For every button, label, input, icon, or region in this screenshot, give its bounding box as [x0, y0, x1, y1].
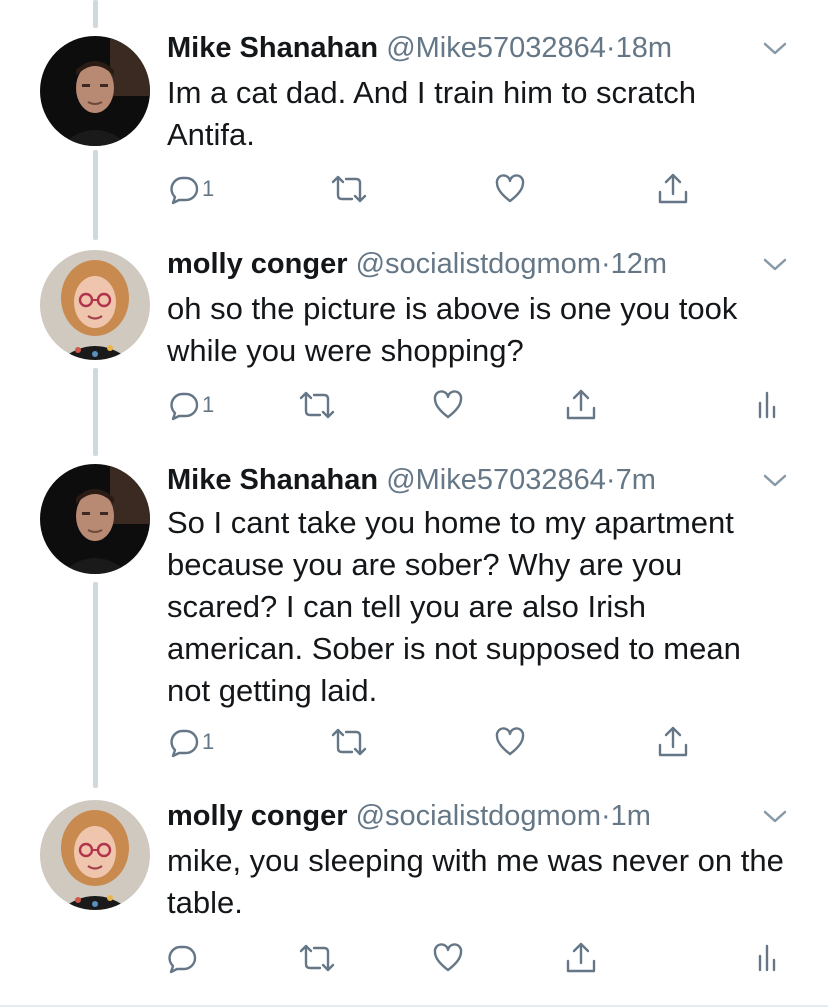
- divider: [0, 1005, 828, 1007]
- retweet-button[interactable]: [298, 385, 336, 425]
- timestamp[interactable]: 12m: [611, 248, 667, 280]
- tweet-text: mike, you sleeping with me was never on …: [167, 843, 784, 920]
- share-button[interactable]: [656, 722, 690, 762]
- tweet-header: molly conger @socialistdogmom·1m: [167, 796, 788, 836]
- share-button[interactable]: [564, 938, 598, 978]
- chevron-down-icon[interactable]: [762, 470, 788, 490]
- reply-button[interactable]: [166, 938, 200, 978]
- handle[interactable]: @socialistdogmom: [356, 248, 601, 280]
- avatar[interactable]: [40, 36, 150, 146]
- share-icon: [658, 726, 688, 757]
- tweet-header: Mike Shanahan @Mike57032864·18m: [167, 28, 788, 68]
- reply-icon: [168, 945, 197, 974]
- man-avatar-icon: [40, 464, 150, 574]
- retweet-button[interactable]: [330, 169, 368, 209]
- retweet-icon: [299, 391, 335, 419]
- chevron-down-icon[interactable]: [762, 38, 788, 58]
- reply-button[interactable]: 1: [168, 722, 214, 762]
- chevron-down-icon[interactable]: [762, 254, 788, 274]
- reply-icon: [170, 392, 199, 421]
- reply-button[interactable]: 1: [168, 169, 214, 209]
- heart-icon: [495, 174, 525, 203]
- handle[interactable]: @socialistdogmom: [356, 800, 601, 832]
- separator-dot: ·: [605, 32, 616, 64]
- woman-avatar-icon: [40, 250, 150, 360]
- man-avatar-icon: [40, 36, 150, 146]
- woman-avatar-icon: [40, 800, 150, 910]
- like-button[interactable]: [432, 385, 464, 425]
- tweet-text: Im a cat dad. And I train him to scratch…: [167, 75, 696, 152]
- share-icon: [566, 389, 596, 420]
- share-icon: [658, 173, 688, 204]
- reply-count: 1: [202, 176, 215, 201]
- like-button[interactable]: [494, 722, 526, 762]
- avatar[interactable]: [40, 250, 150, 360]
- analytics-button[interactable]: [757, 385, 781, 425]
- like-button[interactable]: [494, 169, 526, 209]
- share-icon: [566, 942, 596, 973]
- thread-line-top: [93, 0, 98, 28]
- analytics-icon: [758, 944, 776, 972]
- reply-count: 1: [202, 729, 215, 754]
- chevron-down-icon[interactable]: [762, 806, 788, 826]
- share-button[interactable]: [564, 385, 598, 425]
- reply-count: 1: [202, 392, 215, 417]
- tweet-header: molly conger @socialistdogmom·12m: [167, 244, 788, 284]
- retweet-icon: [331, 728, 367, 756]
- reply-icon: [170, 729, 199, 758]
- action-bar: 1: [0, 385, 828, 425]
- tweet-text: oh so the picture is above is one you to…: [167, 291, 738, 368]
- handle[interactable]: @Mike57032864: [386, 464, 606, 496]
- analytics-button[interactable]: [757, 938, 781, 978]
- display-name[interactable]: molly conger: [167, 248, 348, 280]
- tweet-header: Mike Shanahan @Mike57032864·7m: [167, 460, 788, 500]
- retweet-button[interactable]: [298, 938, 336, 978]
- like-button[interactable]: [432, 938, 464, 978]
- tweet-text: So I cant take you home to my apartment …: [167, 505, 741, 708]
- display-name[interactable]: Mike Shanahan: [167, 464, 378, 496]
- timestamp[interactable]: 1m: [611, 800, 651, 832]
- retweet-icon: [299, 944, 335, 972]
- analytics-icon: [758, 391, 776, 419]
- share-button[interactable]: [656, 169, 690, 209]
- avatar[interactable]: [40, 800, 150, 910]
- handle[interactable]: @Mike57032864: [386, 32, 606, 64]
- avatar[interactable]: [40, 464, 150, 574]
- action-bar: [0, 938, 828, 978]
- display-name[interactable]: molly conger: [167, 800, 348, 832]
- timestamp[interactable]: 7m: [616, 464, 656, 496]
- heart-icon: [433, 943, 463, 972]
- separator-dot: ·: [600, 248, 611, 280]
- reply-button[interactable]: 1: [168, 385, 214, 425]
- separator-dot: ·: [600, 800, 611, 832]
- action-bar: 1: [0, 169, 828, 209]
- reply-icon: [170, 176, 199, 205]
- retweet-button[interactable]: [330, 722, 368, 762]
- heart-icon: [433, 390, 463, 419]
- heart-icon: [495, 727, 525, 756]
- display-name[interactable]: Mike Shanahan: [167, 32, 378, 64]
- retweet-icon: [331, 175, 367, 203]
- action-bar: 1: [0, 722, 828, 762]
- separator-dot: ·: [605, 464, 616, 496]
- timestamp[interactable]: 18m: [616, 32, 672, 64]
